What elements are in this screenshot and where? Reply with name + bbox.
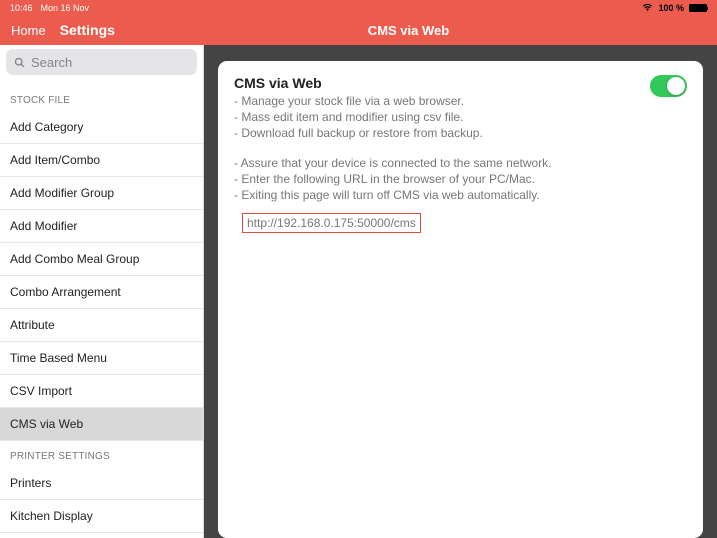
desc-line: - Download full backup or restore from b… [234, 125, 650, 141]
nav-header: Home Settings CMS via Web [0, 15, 717, 45]
cms-url[interactable]: http://192.168.0.175:50000/cms [242, 213, 421, 233]
desc-line: - Manage your stock file via a web brows… [234, 93, 650, 109]
card-title: CMS via Web [234, 75, 650, 91]
status-bar: 10:46 Mon 16 Nov 100 % [0, 0, 717, 15]
sidebar-item-printers[interactable]: Printers [0, 467, 203, 500]
status-time: 10:46 [10, 3, 33, 13]
sidebar-item-add-item-combo[interactable]: Add Item/Combo [0, 144, 203, 177]
desc-line: - Assure that your device is connected t… [234, 155, 650, 171]
sidebar-item-cms-via-web[interactable]: CMS via Web [0, 408, 203, 441]
sidebar-item-time-based-menu[interactable]: Time Based Menu [0, 342, 203, 375]
sidebar-item-add-modifier-group[interactable]: Add Modifier Group [0, 177, 203, 210]
sidebar-item-add-category[interactable]: Add Category [0, 111, 203, 144]
sidebar-item-add-combo-meal-group[interactable]: Add Combo Meal Group [0, 243, 203, 276]
search-placeholder: Search [31, 55, 72, 70]
sidebar-item-add-modifier[interactable]: Add Modifier [0, 210, 203, 243]
cms-toggle[interactable] [650, 75, 687, 97]
search-icon [13, 56, 26, 69]
toggle-knob [667, 77, 685, 95]
sidebar: Search STOCK FILE Add Category Add Item/… [0, 45, 204, 538]
sidebar-item-csv-import[interactable]: CSV Import [0, 375, 203, 408]
nav-settings-title: Settings [60, 22, 115, 38]
desc-line: - Exiting this page will turn off CMS vi… [234, 187, 650, 203]
settings-card: CMS via Web - Manage your stock file via… [218, 61, 703, 538]
battery-icon [689, 4, 707, 12]
search-input[interactable]: Search [6, 49, 197, 75]
sidebar-item-attribute[interactable]: Attribute [0, 309, 203, 342]
section-header-printer: PRINTER SETTINGS [0, 441, 203, 467]
wifi-icon [642, 2, 653, 13]
detail-area: CMS via Web - Manage your stock file via… [204, 45, 717, 538]
section-header-stock: STOCK FILE [0, 81, 203, 111]
nav-home-button[interactable]: Home [11, 23, 46, 38]
battery-percent: 100 % [658, 3, 684, 13]
desc-line: - Enter the following URL in the browser… [234, 171, 650, 187]
sidebar-item-combo-arrangement[interactable]: Combo Arrangement [0, 276, 203, 309]
sidebar-item-kitchen-display[interactable]: Kitchen Display [0, 500, 203, 533]
desc-line: - Mass edit item and modifier using csv … [234, 109, 650, 125]
page-title: CMS via Web [368, 23, 449, 38]
status-date: Mon 16 Nov [41, 3, 90, 13]
